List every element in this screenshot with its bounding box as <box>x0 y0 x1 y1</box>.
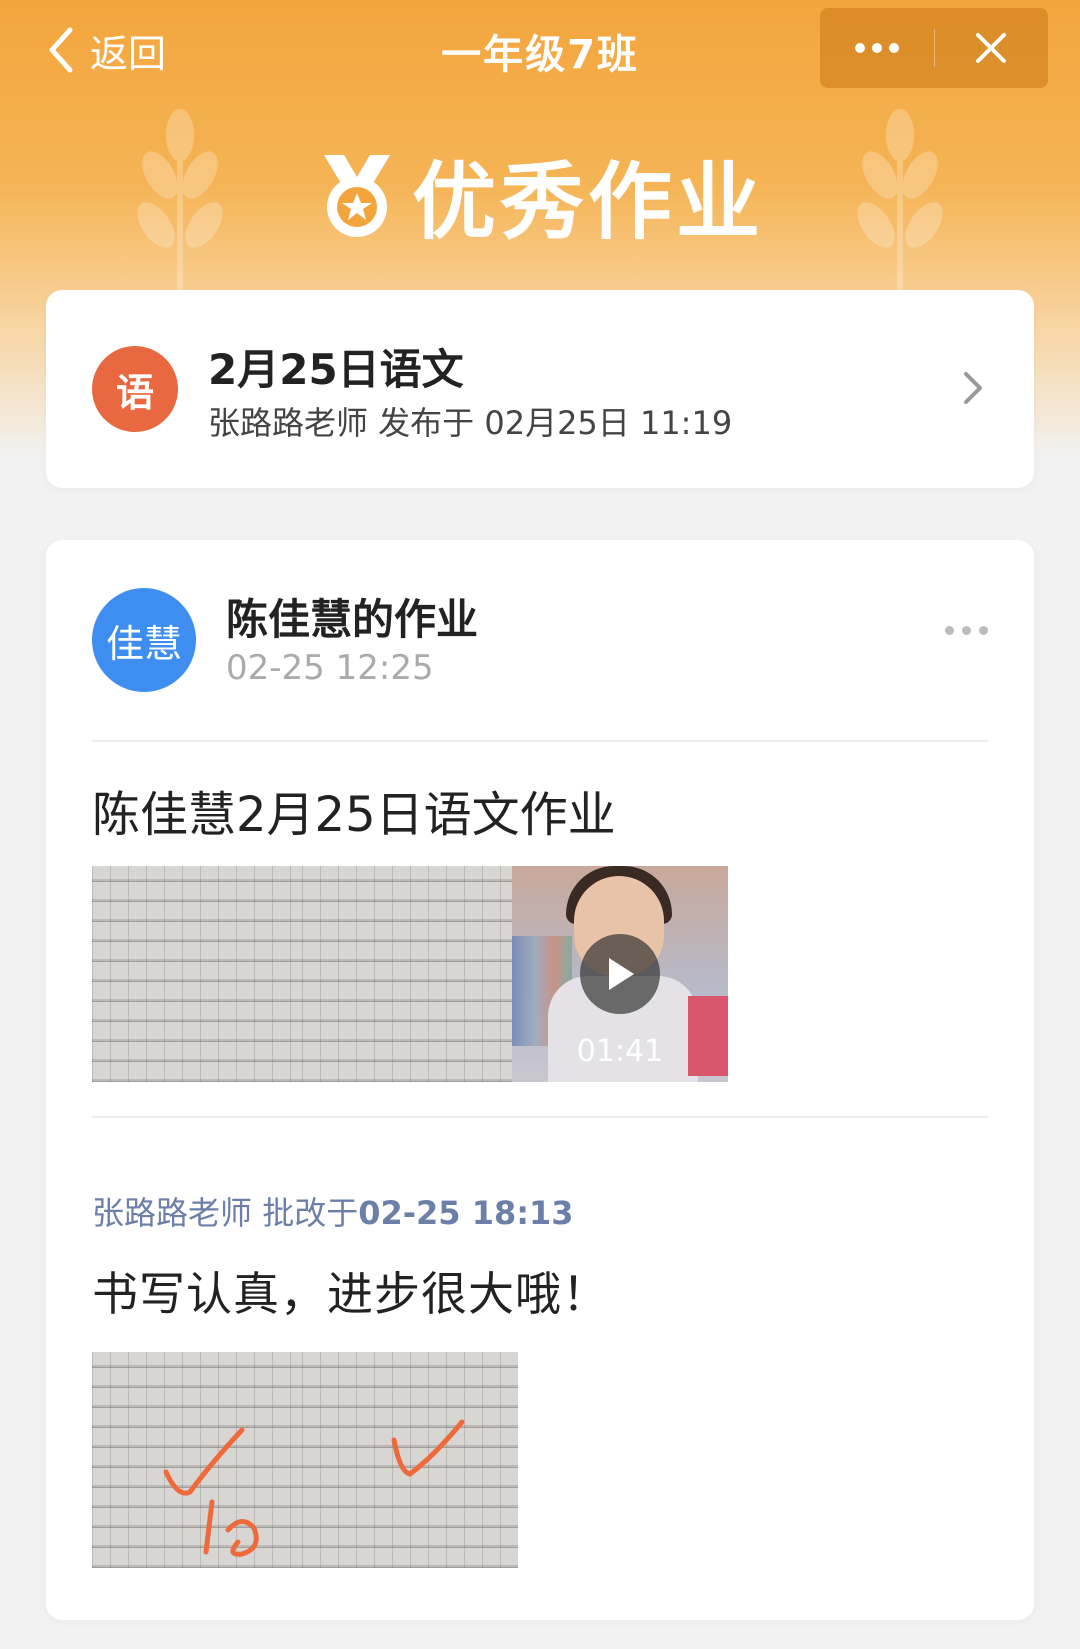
assignment-publish-info: 张路路老师 发布于 02月25日 11:19 <box>208 404 733 442</box>
check-mark-icon <box>391 1419 465 1477</box>
check-mark-icon <box>163 1427 259 1557</box>
play-icon <box>580 934 660 1014</box>
review-info: 张路路老师 批改于02-25 18:13 <box>92 1188 574 1234</box>
submission-title: 陈佳慧的作业 <box>226 595 479 644</box>
close-icon <box>976 33 1007 63</box>
divider <box>92 740 988 742</box>
close-button[interactable] <box>935 8 1049 88</box>
review-time: 02-25 18:13 <box>358 1194 574 1232</box>
reviewer-name: 张路路老师 <box>92 1194 253 1232</box>
miniapp-capsule <box>820 8 1048 88</box>
submission-more-button[interactable] <box>945 626 988 635</box>
graded-photo-1[interactable] <box>92 1352 308 1568</box>
teacher-comment: 书写认真，进步很大哦！ <box>92 1267 609 1321</box>
medal-icon <box>323 154 390 237</box>
more-dots-icon <box>854 43 899 53</box>
banner-title: 优秀作业 <box>411 153 764 251</box>
submission-card: 佳慧 陈佳慧的作业 02-25 12:25 陈佳慧2月25日语文作业 01:41… <box>46 540 1034 1620</box>
graded-photo-2[interactable] <box>302 1352 518 1568</box>
excellent-homework-banner: 优秀作业 <box>0 135 1080 256</box>
homework-video[interactable]: 01:41 <box>512 866 728 1082</box>
assignment-title: 2月25日语文 <box>208 345 464 394</box>
divider <box>92 1116 988 1118</box>
navigation-bar: 返回 一年级7班 <box>0 0 1080 100</box>
assignment-card[interactable]: 语 2月25日语文 张路路老师 发布于 02月25日 11:19 <box>46 290 1034 488</box>
homework-title: 陈佳慧2月25日语文作业 <box>92 787 616 843</box>
more-menu-button[interactable] <box>820 8 934 88</box>
chevron-right-icon <box>964 372 982 404</box>
video-duration: 01:41 <box>576 1034 664 1069</box>
review-action: 批改于 <box>252 1194 359 1232</box>
student-avatar: 佳慧 <box>92 588 196 692</box>
homework-photo-2[interactable] <box>302 866 518 1082</box>
homework-photo-1[interactable] <box>92 866 308 1082</box>
submission-time: 02-25 12:25 <box>226 648 434 688</box>
subject-badge: 语 <box>92 346 178 432</box>
